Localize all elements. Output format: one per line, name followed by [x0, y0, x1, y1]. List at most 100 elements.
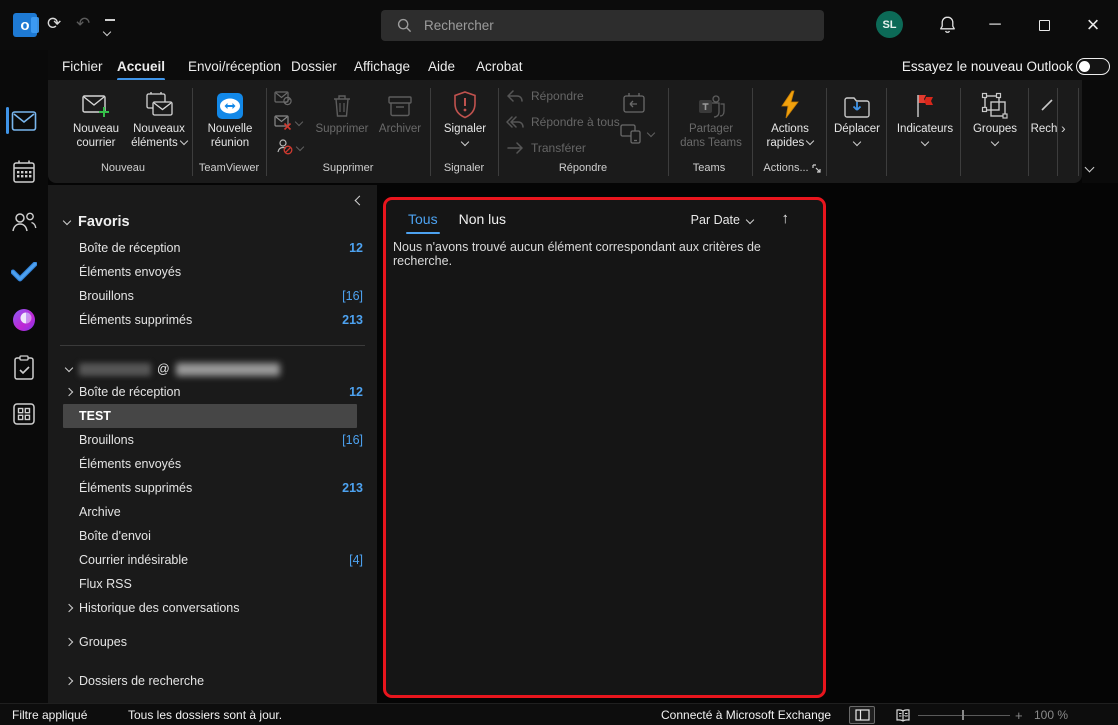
chevron-down-icon [180, 136, 188, 144]
ribbon-collapse-chevron-icon[interactable] [1086, 160, 1093, 178]
reply-all-button[interactable]: Répondre à tous [506, 115, 620, 129]
chevron-down-icon [991, 137, 999, 145]
filter-applied-status[interactable]: Filtre appliqué [12, 704, 87, 725]
group-label-teams: Teams [678, 162, 740, 178]
account-avatar[interactable]: SL [876, 11, 903, 38]
folder-sent-items[interactable]: Éléments envoyés [48, 452, 377, 476]
folder-rss[interactable]: Flux RSS [48, 572, 377, 596]
junk-button[interactable] [276, 138, 303, 155]
flag-icon [913, 86, 937, 120]
chevron-down-icon [296, 142, 304, 150]
filter-tab-unread[interactable]: Non lus [459, 211, 506, 227]
tab-aide[interactable]: Aide [428, 54, 455, 78]
favorite-drafts[interactable]: Brouillons[16] [48, 284, 377, 308]
undo-icon[interactable]: ↶ [76, 15, 90, 32]
report-button[interactable]: Signaler [434, 86, 496, 162]
folder-outbox[interactable]: Boîte d'envoi [48, 524, 377, 548]
outlook-app-icon[interactable]: o [13, 13, 37, 37]
chevron-right-icon [65, 388, 73, 396]
account-email-redacted [79, 363, 151, 376]
send-receive-sync-icon[interactable]: ⟳ [47, 15, 61, 32]
people-module-icon[interactable] [10, 208, 38, 236]
folder-deleted-items[interactable]: Éléments supprimés213 [48, 476, 377, 500]
normal-view-button[interactable] [849, 706, 875, 724]
sort-direction-icon[interactable]: ↑ [782, 210, 790, 227]
filter-tab-all[interactable]: Tous [408, 211, 438, 227]
mail-module-icon[interactable] [10, 107, 38, 135]
tab-fichier[interactable]: Fichier [62, 54, 103, 78]
zoom-slider-thumb[interactable] [962, 710, 964, 720]
tab-dossier[interactable]: Dossier [291, 54, 337, 78]
notifications-bell-icon[interactable] [938, 15, 957, 35]
ignore-button[interactable] [274, 90, 292, 106]
tab-acrobat[interactable]: Acrobat [476, 54, 523, 78]
folder-archive[interactable]: Archive [48, 500, 377, 524]
message-list-pane: Tous Non lus Par Date ↑ Nous n'avons tro… [383, 197, 826, 698]
minimize-button[interactable]: ─ [972, 0, 1018, 50]
folder-test-selected[interactable]: TEST [63, 404, 357, 428]
dialog-launcher-icon[interactable] [812, 164, 822, 174]
loop-module-icon[interactable] [10, 306, 38, 334]
favorite-inbox[interactable]: Boîte de réception12 [48, 236, 377, 260]
customize-quick-access-toolbar-icon[interactable] [104, 19, 115, 42]
favorite-sent-items[interactable]: Éléments envoyés [48, 260, 377, 284]
quick-actions-button[interactable]: Actions rapides [758, 86, 822, 162]
sort-by-date-dropdown[interactable]: Par Date [691, 213, 753, 227]
delete-button[interactable]: Supprimer [314, 86, 370, 162]
ribbon-scroll-right-icon[interactable]: › [1061, 120, 1066, 136]
new-items-button[interactable]: Nouveaux éléments [128, 86, 190, 162]
flags-button[interactable]: Indicateurs [892, 86, 958, 162]
share-to-teams-label: Partager dans Teams [676, 123, 746, 150]
more-apps-icon[interactable] [10, 400, 38, 428]
calendar-module-icon[interactable] [10, 158, 38, 186]
favorite-deleted-items[interactable]: Éléments supprimés213 [48, 308, 377, 332]
chevron-down-icon [63, 216, 71, 224]
group-label-nouveau: Nouveau [78, 162, 168, 178]
empty-results-message: Nous n'avons trouvé aucun élément corres… [393, 240, 823, 268]
folder-junk[interactable]: Courrier indésirable[4] [48, 548, 377, 572]
tab-envoi-reception[interactable]: Envoi/réception [188, 54, 281, 78]
new-outlook-toggle[interactable] [1076, 58, 1110, 75]
zoom-level[interactable]: 100 % [1034, 704, 1068, 725]
search-people-button-clipped[interactable]: Rech [1030, 86, 1058, 162]
teamviewer-icon [216, 86, 244, 120]
groups-button[interactable]: Groupes [966, 86, 1024, 162]
move-button[interactable]: Déplacer [830, 86, 884, 162]
todo-module-icon[interactable] [10, 258, 38, 286]
forward-button[interactable]: Transférer [506, 141, 586, 155]
folder-inbox[interactable]: Boîte de réception12 [48, 380, 377, 404]
folder-drafts[interactable]: Brouillons[16] [48, 428, 377, 452]
collapse-folder-pane-icon[interactable] [356, 193, 363, 211]
share-to-teams-button[interactable]: Partager dans Teams [676, 86, 746, 162]
new-mail-button[interactable]: Nouveau courrier [66, 86, 126, 162]
archive-button[interactable]: Archiver [372, 86, 428, 162]
account-header[interactable]: @ [48, 356, 377, 382]
close-button[interactable]: × [1070, 0, 1116, 50]
tasks-module-icon[interactable] [10, 354, 38, 382]
cleanup-button[interactable] [274, 114, 302, 130]
zoom-slider[interactable] [918, 715, 1010, 716]
search-icon [397, 18, 412, 33]
search-input[interactable]: Rechercher [381, 10, 824, 41]
group-divider [886, 88, 887, 176]
tab-accueil[interactable]: Accueil [117, 54, 165, 78]
quick-actions-label: Actions rapides [758, 123, 822, 150]
folder-groups[interactable]: Groupes [48, 630, 377, 654]
reply-with-meeting-icon[interactable] [622, 92, 646, 114]
search-partial-label: Rech [1031, 123, 1058, 137]
new-items-icon [144, 86, 174, 120]
flags-label: Indicateurs [897, 123, 953, 137]
folder-conversation-history[interactable]: Historique des conversations [48, 596, 377, 620]
favorites-header[interactable]: Favoris [64, 210, 130, 234]
tab-affichage[interactable]: Affichage [354, 54, 410, 78]
new-meeting-button[interactable]: Nouvelle réunion [198, 86, 262, 162]
reply-button[interactable]: Répondre [506, 89, 584, 103]
maximize-button[interactable] [1021, 0, 1067, 50]
chevron-down-icon [65, 364, 73, 372]
zoom-in-button[interactable]: + [1015, 704, 1023, 725]
lightning-bolt-icon [779, 86, 801, 120]
active-module-indicator [6, 107, 9, 134]
zoom-out-button[interactable]: − [903, 704, 911, 725]
folder-search-folders[interactable]: Dossiers de recherche [48, 669, 377, 693]
reply-with-im-button[interactable] [620, 122, 654, 144]
